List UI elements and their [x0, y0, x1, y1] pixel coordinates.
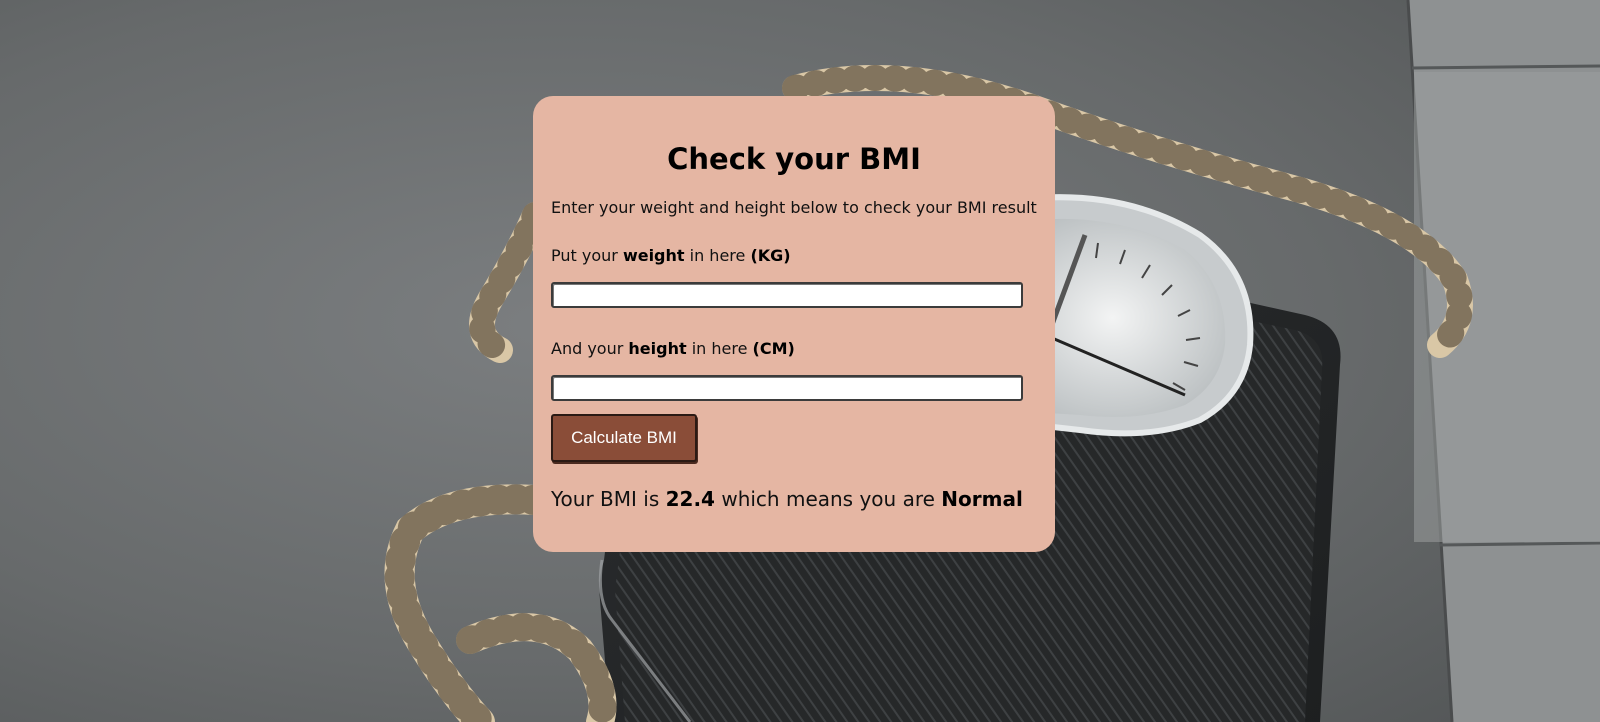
- bmi-result-value: 22.4: [665, 487, 715, 511]
- weight-label-prefix: Put your: [551, 246, 623, 265]
- bmi-result-category: Normal: [941, 487, 1023, 511]
- bmi-card: Check your BMI Enter your weight and hei…: [533, 96, 1055, 552]
- weight-label-unit: (KG): [750, 246, 791, 265]
- page-title: Check your BMI: [667, 142, 921, 176]
- height-label-prefix: And your: [551, 339, 629, 358]
- bmi-result: Your BMI is 22.4 which means you are Nor…: [551, 487, 1023, 511]
- height-label: And your height in here (CM): [551, 339, 795, 358]
- height-label-keyword: height: [628, 339, 687, 358]
- weight-label-keyword: weight: [622, 246, 685, 265]
- bmi-result-prefix: Your BMI is: [551, 487, 666, 511]
- bmi-result-middle: which means you are: [714, 487, 942, 511]
- weight-label: Put your weight in here (KG): [551, 246, 791, 265]
- calculate-bmi-button[interactable]: Calculate BMI: [551, 414, 697, 462]
- page-subtitle: Enter your weight and height below to ch…: [551, 198, 1037, 217]
- weight-input[interactable]: [551, 282, 1023, 308]
- height-input[interactable]: [551, 375, 1023, 401]
- height-label-middle: in here: [686, 339, 753, 358]
- weight-label-middle: in here: [684, 246, 751, 265]
- height-label-unit: (CM): [752, 339, 795, 358]
